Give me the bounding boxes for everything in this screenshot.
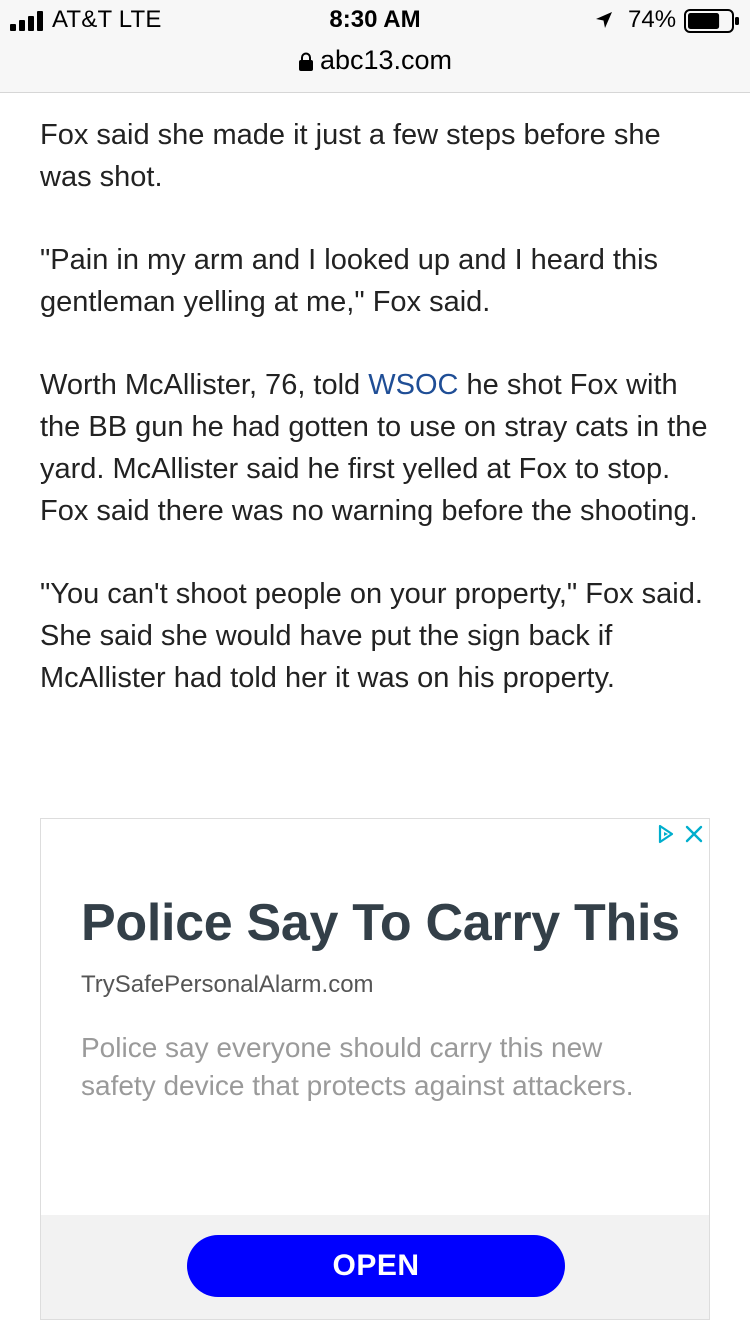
article-paragraph: "You can't shoot people on your property… (40, 578, 703, 694)
url-text: abc13.com (319, 45, 453, 75)
location-arrow-icon (596, 12, 612, 28)
open-button[interactable]: OPEN (187, 1235, 565, 1297)
ad-domain: TrySafePersonalAlarm.com (81, 971, 374, 998)
advertisement[interactable]: Police Say To Carry This TrySafePersonal… (40, 818, 710, 1320)
article-body: Fox said she made it just a few steps be… (40, 114, 710, 740)
wsoc-link[interactable]: WSOC (368, 369, 458, 401)
url-bar[interactable]: abc13.com (0, 40, 750, 80)
ad-controls (653, 821, 707, 847)
article-paragraph: Fox said she made it just a few steps be… (40, 119, 661, 193)
close-icon[interactable] (681, 821, 707, 847)
lock-icon (298, 52, 313, 71)
ad-headline[interactable]: Police Say To Carry This (81, 893, 701, 953)
battery-icon (684, 9, 739, 33)
ad-description: Police say everyone should carry this ne… (81, 1032, 634, 1101)
article-paragraph: "Pain in my arm and I looked up and I he… (40, 244, 659, 318)
status-bar: AT&T LTE 8:30 AM 74% (0, 0, 750, 42)
ad-footer: OPEN (41, 1215, 709, 1319)
browser-chrome: AT&T LTE 8:30 AM 74% abc13.com (0, 0, 750, 93)
article-text: Worth McAllister, 76, told (40, 369, 369, 401)
article-paragraph: Worth McAllister, 76, told WSOC he shot … (40, 364, 710, 532)
adchoices-icon[interactable] (653, 821, 679, 847)
battery-percent: 74% (628, 6, 677, 33)
